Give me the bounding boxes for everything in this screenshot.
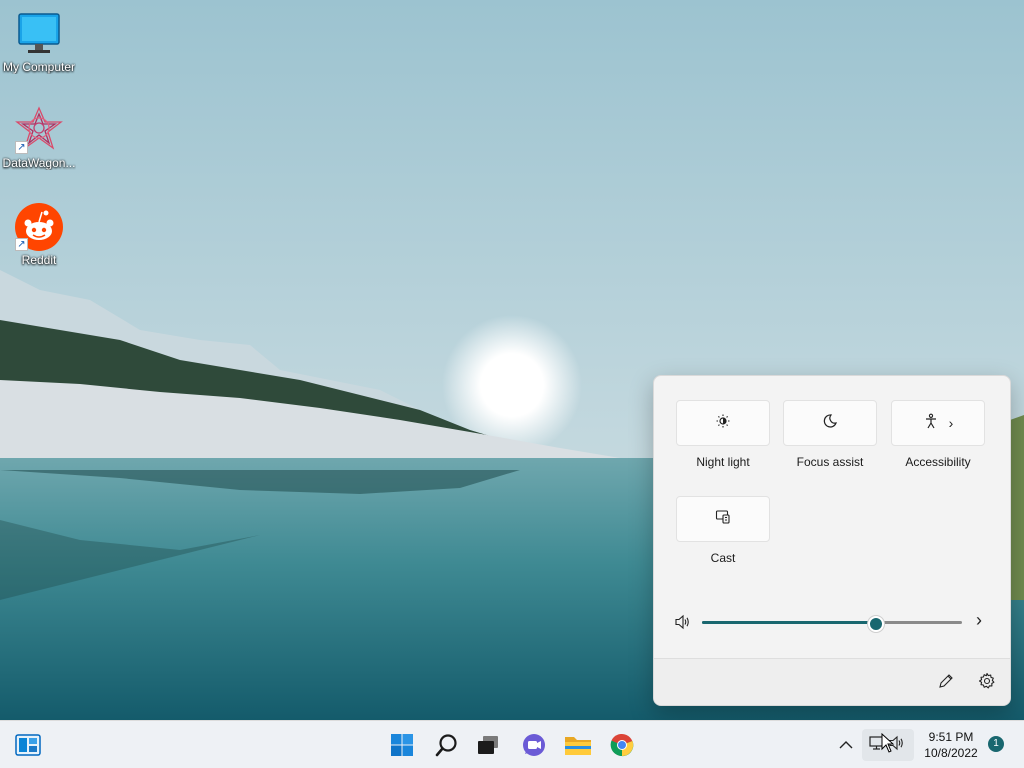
accessibility-chevron-icon: › — [948, 415, 954, 431]
reddit-icon: ↗ — [15, 203, 63, 251]
widgets-icon[interactable] — [12, 729, 44, 761]
notification-count-badge[interactable]: 1 — [988, 736, 1004, 752]
pencil-icon[interactable] — [938, 673, 954, 694]
file-explorer-icon[interactable] — [562, 729, 594, 761]
brightness-icon — [715, 413, 731, 434]
taskbar-clock[interactable]: 9:51 PM 10/8/2022 — [918, 729, 984, 761]
taskbar: 9:51 PM 10/8/2022 — [0, 720, 1024, 768]
volume-slider-fill — [702, 621, 877, 624]
moon-icon — [822, 413, 838, 434]
gear-icon[interactable] — [978, 672, 996, 695]
desktop-icon-label: My Computer — [2, 60, 76, 74]
volume-slider-thumb[interactable] — [868, 616, 885, 632]
quick-tile-focus-assist: Focus assist — [783, 400, 877, 469]
desktop-icon-label: Reddit — [21, 253, 57, 267]
shortcut-arrow-icon: ↗ — [15, 238, 28, 251]
speaker-icon[interactable] — [674, 613, 692, 636]
monitor-icon — [15, 10, 63, 58]
cast-button[interactable] — [676, 496, 770, 542]
clock-time: 9:51 PM — [928, 730, 974, 744]
desktop-icon-my-computer[interactable]: My Computer — [2, 10, 76, 74]
datawagon-logo-icon: ↗ — [15, 106, 63, 154]
task-view-icon[interactable] — [472, 729, 504, 761]
desktop-icon-label: DataWagon... — [2, 156, 76, 170]
quick-tile-night-light: Night light — [676, 400, 770, 469]
night-light-label: Night light — [696, 455, 750, 469]
accessibility-button[interactable]: › — [891, 400, 985, 446]
search-icon[interactable] — [431, 729, 463, 761]
shortcut-arrow-icon: ↗ — [15, 141, 28, 154]
accessibility-icon — [923, 413, 939, 434]
volume-slider[interactable] — [702, 616, 962, 632]
volume-row: › — [674, 610, 994, 632]
quick-settings-panel: Night light Focus assist › Accessibility — [653, 375, 1011, 706]
start-icon[interactable] — [386, 729, 418, 761]
quick-tile-cast: Cast — [676, 496, 770, 565]
chrome-icon[interactable] — [606, 729, 638, 761]
desktop-icon-reddit[interactable]: ↗ Reddit — [2, 203, 76, 267]
night-light-button[interactable] — [676, 400, 770, 446]
volume-output-chevron-icon[interactable]: › — [976, 610, 982, 631]
focus-assist-button[interactable] — [783, 400, 877, 446]
cast-icon — [715, 509, 731, 530]
accessibility-label: Accessibility — [905, 455, 971, 469]
desktop-icon-datawagon[interactable]: ↗ DataWagon... — [2, 106, 76, 170]
focus-assist-label: Focus assist — [796, 455, 864, 469]
tray-overflow-chevron-icon[interactable] — [832, 729, 860, 761]
cast-label: Cast — [710, 551, 736, 565]
clock-date: 10/8/2022 — [924, 746, 978, 760]
mouse-cursor-icon — [881, 732, 895, 758]
quick-tile-accessibility: › Accessibility — [891, 400, 985, 469]
chat-icon[interactable] — [518, 729, 550, 761]
quick-settings-footer — [654, 658, 1010, 705]
